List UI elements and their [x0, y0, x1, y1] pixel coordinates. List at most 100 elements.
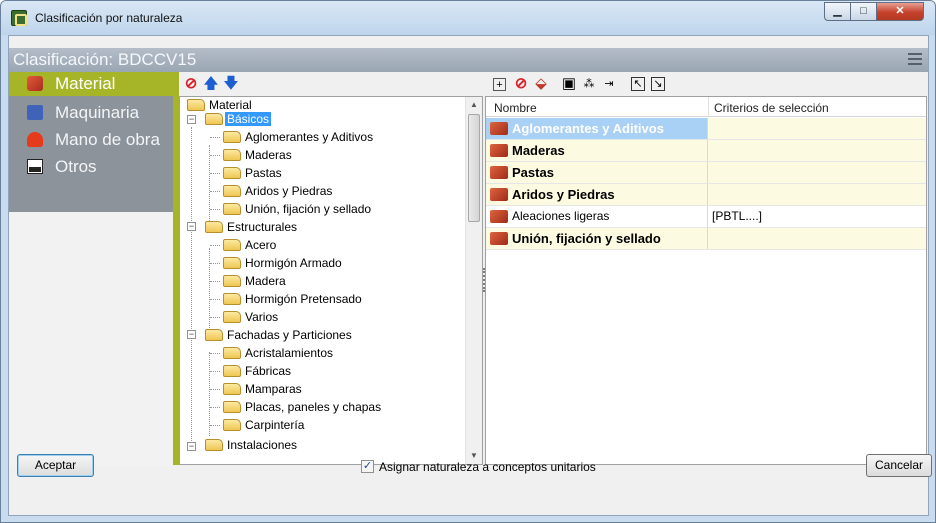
tree-node-label: Instalaciones — [227, 438, 298, 452]
tree-node-label: Madera — [245, 274, 286, 288]
folder-icon — [223, 149, 241, 161]
grid-toolbar: + ⊘ ⬙ ▣ ⁂ ⇥ ↖ ↘ — [485, 74, 925, 96]
grid-row[interactable]: Aglomerantes y Aditivos — [486, 118, 926, 140]
column-separator[interactable] — [708, 97, 709, 117]
cancel-button[interactable]: Cancelar — [866, 454, 932, 477]
tree-line — [210, 353, 220, 354]
hierarchy-icon[interactable]: ⁂ — [581, 76, 597, 92]
scroll-thumb[interactable] — [468, 114, 480, 222]
folder-icon — [223, 257, 241, 269]
delete-node-icon[interactable]: ⊘ — [183, 76, 199, 92]
link-icon[interactable]: ⇥ — [601, 76, 617, 92]
row-name: Maderas — [512, 143, 565, 158]
folder-icon — [205, 439, 223, 451]
checkbox-check-icon[interactable]: ✓ — [361, 460, 374, 473]
tree-line — [209, 248, 210, 332]
folder-icon — [205, 329, 223, 341]
column-header-criterios[interactable]: Criterios de selección — [714, 101, 829, 115]
category-material[interactable]: Material — [9, 72, 173, 96]
client-area: Clasificación: BDCCV15 Material Maquinar… — [8, 35, 929, 516]
grid-row[interactable]: Aleaciones ligeras [PBTL....] — [486, 206, 926, 228]
tree-line — [210, 209, 220, 210]
tree-scrollbar[interactable]: ▲ ▼ — [465, 97, 482, 464]
title-bar: Clasificación por naturaleza ▁ □ ✕ — [1, 1, 935, 35]
grid-row[interactable]: Pastas — [486, 162, 926, 184]
tree-line — [210, 137, 220, 138]
category-label: Material — [55, 74, 116, 93]
minimize-button[interactable]: ▁ — [824, 2, 851, 21]
tree-line — [210, 191, 220, 192]
brick-icon — [490, 232, 508, 245]
tree-node-label: Mamparas — [245, 382, 302, 396]
category-label: Otros — [55, 157, 97, 176]
folder-icon — [187, 99, 205, 111]
category-label: Maquinaria — [55, 103, 140, 122]
move-bottom-icon[interactable]: ↘ — [651, 77, 665, 91]
category-mano-de-obra[interactable]: Mano de obra — [9, 128, 173, 152]
row-name: Aridos y Piedras — [512, 187, 615, 202]
arrow-down-icon[interactable]: 🡇 — [223, 76, 239, 92]
tree-node-label: Material — [209, 98, 252, 112]
grid-row[interactable]: Unión, fijación y sellado — [486, 228, 926, 250]
tree-node-label: Acristalamientos — [245, 346, 334, 360]
folder-icon — [223, 185, 241, 197]
tree-node-label: Hormigón Armado — [245, 256, 342, 270]
tree-line — [210, 155, 220, 156]
tree-node-label: Estructurales — [227, 220, 298, 234]
row-name: Aleaciones ligeras — [512, 209, 610, 223]
tree-line — [210, 173, 220, 174]
folder-icon — [223, 239, 241, 251]
move-top-icon[interactable]: ↖ — [631, 77, 645, 91]
tree-line — [210, 299, 220, 300]
arrow-up-icon[interactable]: 🡅 — [203, 76, 219, 92]
folder-icon — [223, 293, 241, 305]
scroll-up-icon[interactable]: ▲ — [470, 100, 478, 109]
tree-node-label: Varios — [245, 310, 279, 324]
tree-line — [209, 145, 210, 229]
maximize-button[interactable]: □ — [850, 2, 877, 21]
column-header-nombre[interactable]: Nombre — [494, 101, 537, 115]
classification-title: Clasificación: BDCCV15 — [13, 50, 197, 69]
folder-icon — [223, 131, 241, 143]
collapse-icon[interactable]: − — [187, 115, 196, 124]
grid-row[interactable]: Aridos y Piedras — [486, 184, 926, 206]
folder-icon — [223, 275, 241, 287]
category-maquinaria[interactable]: Maquinaria — [9, 101, 173, 125]
edit-icon[interactable]: ⬙ — [533, 76, 549, 92]
tree-node-label: Básicos — [225, 112, 272, 126]
scroll-down-icon[interactable]: ▼ — [470, 451, 478, 460]
helmet-icon — [27, 132, 43, 147]
tree-node-label: Placas, paneles y chapas — [245, 400, 382, 414]
tree-node-label: Carpintería — [245, 418, 305, 432]
tree-node-label: Acero — [245, 238, 277, 252]
otros-icon — [27, 159, 43, 174]
category-otros[interactable]: Otros — [9, 155, 173, 179]
grid-header: Nombre Criterios de selección — [486, 97, 926, 117]
row-name: Unión, fijación y sellado — [512, 231, 661, 246]
folder-icon — [205, 113, 223, 125]
tree-node-label: Aglomerantes y Aditivos — [245, 130, 374, 144]
add-icon[interactable]: + — [493, 78, 506, 91]
classification-tree[interactable]: Material − Básicos Aglomerantes y Aditiv… — [179, 96, 483, 465]
delete-icon[interactable]: ⊘ — [513, 76, 529, 92]
tree-node-label: Maderas — [245, 148, 292, 162]
menu-icon[interactable] — [908, 53, 922, 65]
collapse-icon[interactable]: − — [187, 442, 196, 451]
collapse-icon[interactable]: − — [187, 330, 196, 339]
tree-line — [209, 352, 210, 436]
accept-button[interactable]: Aceptar — [17, 454, 94, 477]
window-title: Clasificación por naturaleza — [35, 11, 183, 25]
row-criteria[interactable]: [PBTL....] — [712, 209, 762, 223]
close-button[interactable]: ✕ — [876, 2, 924, 21]
collapse-icon[interactable]: − — [187, 222, 196, 231]
grid-row[interactable]: Maderas — [486, 140, 926, 162]
brick-icon — [490, 144, 508, 157]
folder-icon — [223, 203, 241, 215]
brick-icon — [490, 122, 508, 135]
folder-icon — [223, 347, 241, 359]
tree-line — [210, 281, 220, 282]
dialog-window: Clasificación por naturaleza ▁ □ ✕ Clasi… — [0, 0, 936, 523]
tree-line — [191, 127, 192, 445]
category-label: Mano de obra — [55, 130, 160, 149]
view-icon[interactable]: ▣ — [561, 76, 577, 92]
